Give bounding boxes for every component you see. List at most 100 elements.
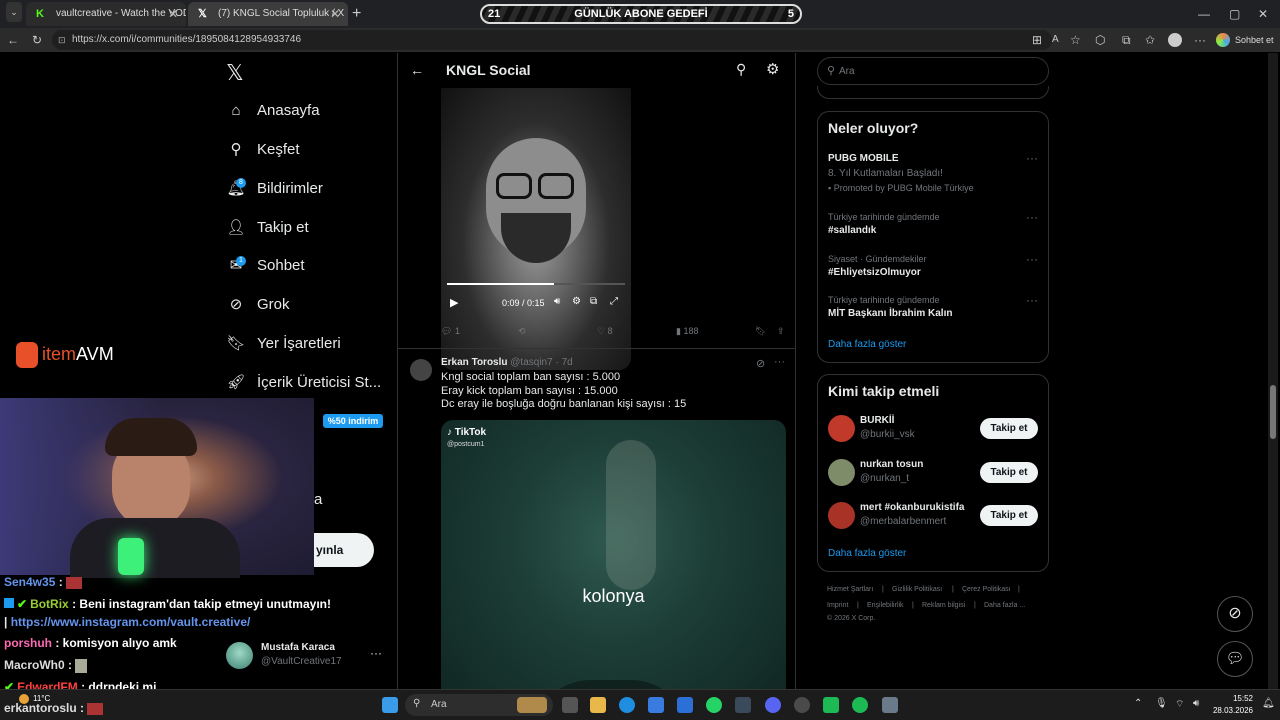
follow-button[interactable]: Takip et: [980, 418, 1038, 439]
nav-grok[interactable]: ⊘ Grok: [226, 293, 290, 317]
views-button[interactable]: ▮ 188: [676, 326, 699, 337]
nav-label-partial[interactable]: a: [314, 491, 322, 508]
follow-suggestion[interactable]: mert #okanburukistifa @merbalarbenmert T…: [818, 500, 1048, 532]
mic-icon[interactable]: 🎙︎: [1155, 698, 1168, 709]
maximize-icon[interactable]: ▢: [1229, 2, 1240, 26]
nav-explore[interactable]: ⚲ Keşfet: [226, 138, 300, 162]
more-icon[interactable]: ···: [1194, 28, 1206, 52]
url-field[interactable]: ⊡ https://x.com/i/communities/1895084128…: [52, 30, 1052, 50]
edge-icon[interactable]: [619, 697, 635, 713]
show-more-link[interactable]: Daha fazla göster: [828, 339, 906, 350]
trend-item[interactable]: Siyaset · Gündemdekiler #EhliyetsizOlmuy…: [818, 252, 1048, 282]
footer-link[interactable]: Erişilebilirlik: [867, 602, 904, 609]
footer-link[interactable]: Gizlilik Politikası: [892, 586, 942, 593]
reply-button[interactable]: 💬︎ 1: [441, 326, 460, 337]
footer-link[interactable]: Çerez Politikası: [962, 586, 1011, 593]
show-more-link[interactable]: Daha fazla göster: [828, 548, 906, 559]
task-view-icon[interactable]: [562, 697, 578, 713]
more-icon[interactable]: ···: [774, 356, 785, 368]
retweet-icon[interactable]: ⟲: [518, 326, 526, 337]
browser-tab-x[interactable]: 𝕏 (7) KNGL Social Topluluk / X ✕: [188, 2, 348, 26]
split-icon[interactable]: ⧉: [1122, 28, 1131, 52]
more-icon[interactable]: ···: [1026, 252, 1038, 266]
trend-item[interactable]: Türkiye tarihinde gündemde MİT Başkanı İ…: [818, 293, 1048, 323]
more-icon[interactable]: ···: [1026, 151, 1038, 165]
app-icon[interactable]: [794, 697, 810, 713]
nav-follow[interactable]: 👤︎ Takip et: [226, 216, 308, 240]
tweet-meta[interactable]: @tasqin7 · 7d: [510, 357, 572, 368]
settings-gear-icon[interactable]: ⚙: [766, 60, 779, 78]
discord-icon[interactable]: [765, 697, 781, 713]
trend-item[interactable]: PUBG MOBILE 8. Yıl Kutlamaları Başladı! …: [818, 151, 1048, 199]
new-tab-icon[interactable]: +: [352, 2, 361, 26]
grok-icon[interactable]: ⊘: [756, 357, 765, 370]
x-logo-icon[interactable]: 𝕏: [226, 60, 244, 86]
video-settings-icon[interactable]: ⚙: [572, 296, 581, 307]
settings-icon[interactable]: [882, 697, 898, 713]
footer-link[interactable]: Imprint: [827, 602, 848, 609]
clock-time[interactable]: 15:52: [1211, 694, 1253, 703]
browser-tab-vod[interactable]: K vaultcreative - Watch the VOD on ✕: [26, 2, 186, 26]
chat-link[interactable]: https://www.instagram.com/vault.creative…: [11, 615, 251, 629]
spotify-icon[interactable]: [852, 697, 868, 713]
grok-float-icon[interactable]: ⊘: [1217, 596, 1253, 632]
favorites-bar-icon[interactable]: ✩: [1145, 28, 1155, 52]
wifi-icon[interactable]: ⌔: [1175, 698, 1184, 711]
tiktok-video[interactable]: ♪ TikTok @postcum1 kolonya: [441, 420, 786, 720]
whatsapp-icon[interactable]: [706, 697, 722, 713]
nav-creator-studio[interactable]: 🚀︎ İçerik Üreticisi St...: [226, 371, 381, 395]
store-icon[interactable]: [648, 697, 664, 713]
mail-app-icon[interactable]: [677, 697, 693, 713]
notification-icon[interactable]: 🔔︎: [1262, 698, 1275, 709]
search-box[interactable]: ⚲ Ara: [817, 57, 1049, 85]
back-arrow-icon[interactable]: ←: [410, 62, 424, 78]
copilot-icon[interactable]: [1216, 33, 1230, 47]
copilot-chat-button[interactable]: Sohbet et: [1235, 28, 1274, 52]
close-tab-icon[interactable]: ✕: [330, 2, 340, 26]
play-icon[interactable]: ▶: [450, 296, 458, 309]
close-tab-icon[interactable]: ✕: [168, 2, 178, 26]
pip-icon[interactable]: ⧉: [590, 296, 597, 307]
fullscreen-icon[interactable]: ⤢: [610, 296, 618, 307]
bookmark-icon[interactable]: 🔖︎: [755, 326, 766, 337]
share-icon[interactable]: ⇪: [777, 326, 785, 337]
extensions-icon[interactable]: ⬡: [1095, 28, 1105, 52]
follow-suggestion[interactable]: BURKİİ @burkii_vsk Takip et: [818, 413, 1048, 445]
scrollbar-track[interactable]: [1268, 53, 1278, 689]
account-switcher[interactable]: Mustafa Karaca @VaultCreative17 ···: [226, 640, 386, 674]
volume-icon[interactable]: 🔊︎: [1193, 698, 1199, 709]
search-icon[interactable]: ⚲: [736, 61, 746, 78]
app-icon[interactable]: ⊞: [1032, 28, 1042, 52]
tab-menu-icon[interactable]: ⌄: [6, 2, 22, 22]
messages-float-icon[interactable]: 💬︎: [1217, 641, 1253, 677]
read-aloud-icon[interactable]: A: [1052, 28, 1059, 52]
back-icon[interactable]: ←: [7, 28, 19, 52]
clock-date[interactable]: 28.03.2026: [1203, 706, 1253, 715]
follow-suggestion[interactable]: nurkan tosun @nurkan_t Takip et: [818, 457, 1048, 489]
nav-home[interactable]: ⌂ Anasayfa: [226, 99, 319, 123]
more-icon[interactable]: ···: [1026, 293, 1038, 307]
minimize-icon[interactable]: —: [1198, 2, 1210, 26]
volume-icon[interactable]: 🔊︎: [554, 296, 560, 307]
footer-link[interactable]: Reklam bilgisi: [922, 602, 965, 609]
follow-button[interactable]: Takip et: [980, 505, 1038, 526]
app-icon[interactable]: [823, 697, 839, 713]
favorite-icon[interactable]: ☆: [1070, 28, 1081, 52]
avatar[interactable]: [410, 359, 432, 381]
more-icon[interactable]: ···: [1026, 210, 1038, 224]
footer-link[interactable]: Daha fazla ...: [984, 602, 1025, 609]
profile-icon[interactable]: [1168, 33, 1182, 47]
trend-item[interactable]: Türkiye tarihinde gündemde #sallandık ··…: [818, 210, 1048, 240]
scrollbar-thumb[interactable]: [1270, 385, 1276, 439]
chat-line[interactable]: | https://www.instagram.com/vault.creati…: [4, 614, 250, 630]
app-icon[interactable]: [735, 697, 751, 713]
file-explorer-icon[interactable]: [590, 697, 606, 713]
nav-bookmarks[interactable]: 🔖︎ Yer İşaretleri: [226, 332, 340, 356]
footer-link[interactable]: Hizmet Şartları: [827, 586, 873, 593]
follow-button[interactable]: Takip et: [980, 462, 1038, 483]
start-icon[interactable]: [382, 697, 398, 713]
close-window-icon[interactable]: ✕: [1258, 2, 1268, 26]
refresh-icon[interactable]: ↻: [32, 28, 42, 52]
tray-arrow-icon[interactable]: ⌃: [1134, 698, 1142, 709]
like-button[interactable]: ♡ 8: [597, 326, 613, 337]
